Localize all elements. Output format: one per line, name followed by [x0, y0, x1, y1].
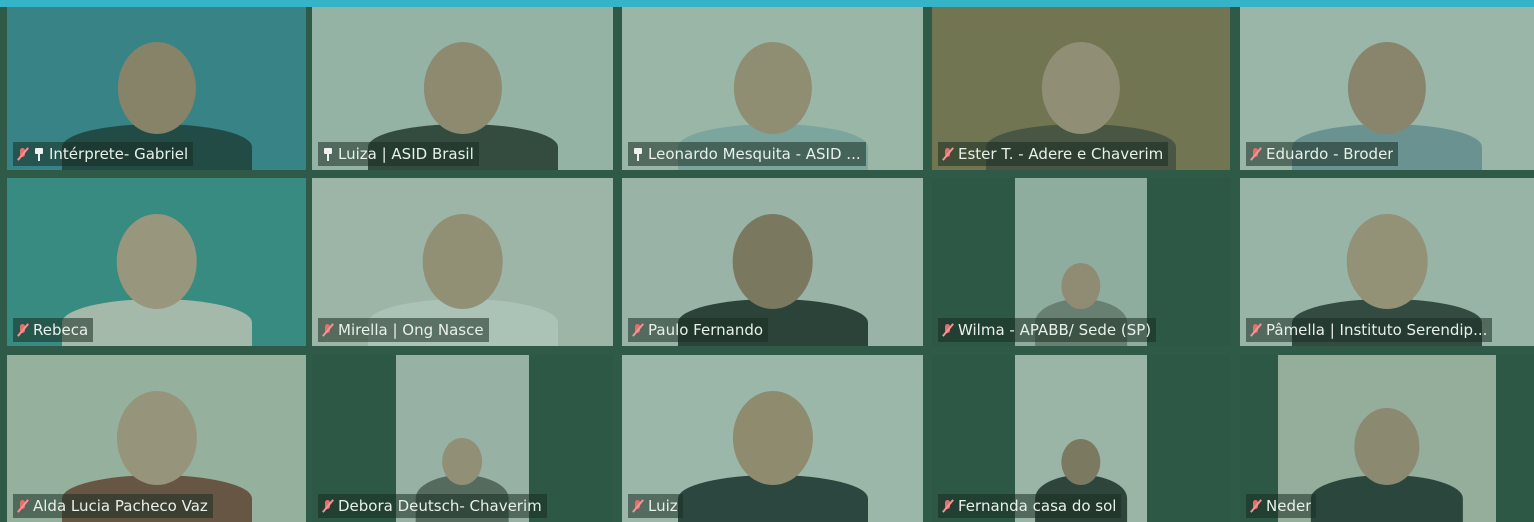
pin-icon [322, 147, 334, 161]
participant-tile[interactable]: Ester T. - Adere e Chaverim [932, 7, 1230, 170]
participant-tile[interactable]: Debora Deutsch- Chaverim [312, 355, 613, 522]
participant-face [423, 41, 502, 135]
pin-icon [632, 147, 644, 161]
participant-name: Pâmella | Instituto Serendip... [1266, 321, 1488, 339]
participant-tile[interactable]: Neder [1240, 355, 1534, 522]
mic-muted-icon [1250, 147, 1262, 161]
mic-muted-icon [17, 323, 29, 337]
participant-face [117, 41, 196, 135]
mic-muted-icon [322, 499, 334, 513]
participant-tile[interactable]: Eduardo - Broder [1240, 7, 1534, 170]
mic-muted-icon [17, 147, 29, 161]
participant-face [733, 41, 812, 135]
participant-name-label: Ester T. - Adere e Chaverim [938, 142, 1169, 166]
participant-name-label: Mirella | Ong Nasce [318, 318, 489, 342]
participant-name-label: Rebeca [13, 318, 94, 342]
participant-tile[interactable]: Luiz [622, 355, 923, 522]
participant-tile[interactable]: Paulo Fernando [622, 178, 923, 346]
participant-tile[interactable]: Intérprete- Gabriel [7, 7, 306, 170]
mic-muted-icon [942, 323, 954, 337]
participant-name: Alda Lucia Pacheco Vaz [33, 497, 208, 515]
participant-name: Wilma - APABB/ Sede (SP) [958, 321, 1152, 339]
participant-name-label: Leonardo Mesquita - ASID ... [628, 142, 866, 166]
participant-name-label: Pâmella | Instituto Serendip... [1246, 318, 1493, 342]
participant-tile[interactable]: Luiza | ASID Brasil [312, 7, 613, 170]
mic-muted-icon [632, 323, 644, 337]
participant-name-label: Neder [1246, 494, 1317, 518]
participant-face [1347, 41, 1427, 135]
top-accent-bar [0, 0, 1534, 7]
mic-muted-icon [1250, 323, 1262, 337]
participant-face [732, 390, 813, 486]
participant-face [732, 213, 813, 310]
participant-tile[interactable]: Mirella | Ong Nasce [312, 178, 613, 346]
participant-face [116, 213, 197, 310]
participant-tile[interactable]: Alda Lucia Pacheco Vaz [7, 355, 306, 522]
participant-name: Eduardo - Broder [1266, 145, 1394, 163]
participant-name: Ester T. - Adere e Chaverim [958, 145, 1164, 163]
participant-name: Luiz [648, 497, 678, 515]
participant-name-label: Wilma - APABB/ Sede (SP) [938, 318, 1157, 342]
participant-name: Leonardo Mesquita - ASID ... [648, 145, 861, 163]
participant-name-label: Fernanda casa do sol [938, 494, 1122, 518]
participant-tile[interactable]: Rebeca [7, 178, 306, 346]
participant-face [1041, 41, 1121, 135]
mic-muted-icon [1250, 499, 1262, 513]
participant-face [1346, 213, 1428, 310]
participant-name-label: Paulo Fernando [628, 318, 769, 342]
participant-name-label: Intérprete- Gabriel [13, 142, 194, 166]
participant-name-label: Luiza | ASID Brasil [318, 142, 479, 166]
participant-name: Luiza | ASID Brasil [338, 145, 474, 163]
mic-muted-icon [17, 499, 29, 513]
participant-name: Debora Deutsch- Chaverim [338, 497, 542, 515]
participant-name: Neder [1266, 497, 1312, 515]
participant-name-label: Alda Lucia Pacheco Vaz [13, 494, 213, 518]
participant-face [422, 213, 503, 310]
participant-tile[interactable]: Leonardo Mesquita - ASID ... [622, 7, 923, 170]
participant-name-label: Eduardo - Broder [1246, 142, 1399, 166]
participant-name-label: Debora Deutsch- Chaverim [318, 494, 547, 518]
mic-muted-icon [942, 147, 954, 161]
mic-muted-icon [322, 323, 334, 337]
participant-face [116, 390, 197, 486]
participant-name: Intérprete- Gabriel [49, 145, 189, 163]
participant-name: Paulo Fernando [648, 321, 764, 339]
mic-muted-icon [632, 499, 644, 513]
participant-tile[interactable]: Fernanda casa do sol [932, 355, 1230, 522]
pin-icon [33, 147, 45, 161]
mic-muted-icon [942, 499, 954, 513]
participant-face [442, 438, 483, 486]
participant-tile[interactable]: Pâmella | Instituto Serendip... [1240, 178, 1534, 346]
participant-name-label: Luiz [628, 494, 683, 518]
participant-name: Fernanda casa do sol [958, 497, 1117, 515]
participant-name: Rebeca [33, 321, 89, 339]
participant-name: Mirella | Ong Nasce [338, 321, 484, 339]
participant-face [1354, 408, 1420, 486]
participant-tile[interactable]: Wilma - APABB/ Sede (SP) [932, 178, 1230, 346]
video-grid: Intérprete- Gabriel Luiza | ASID Brasil Le… [0, 7, 1534, 522]
